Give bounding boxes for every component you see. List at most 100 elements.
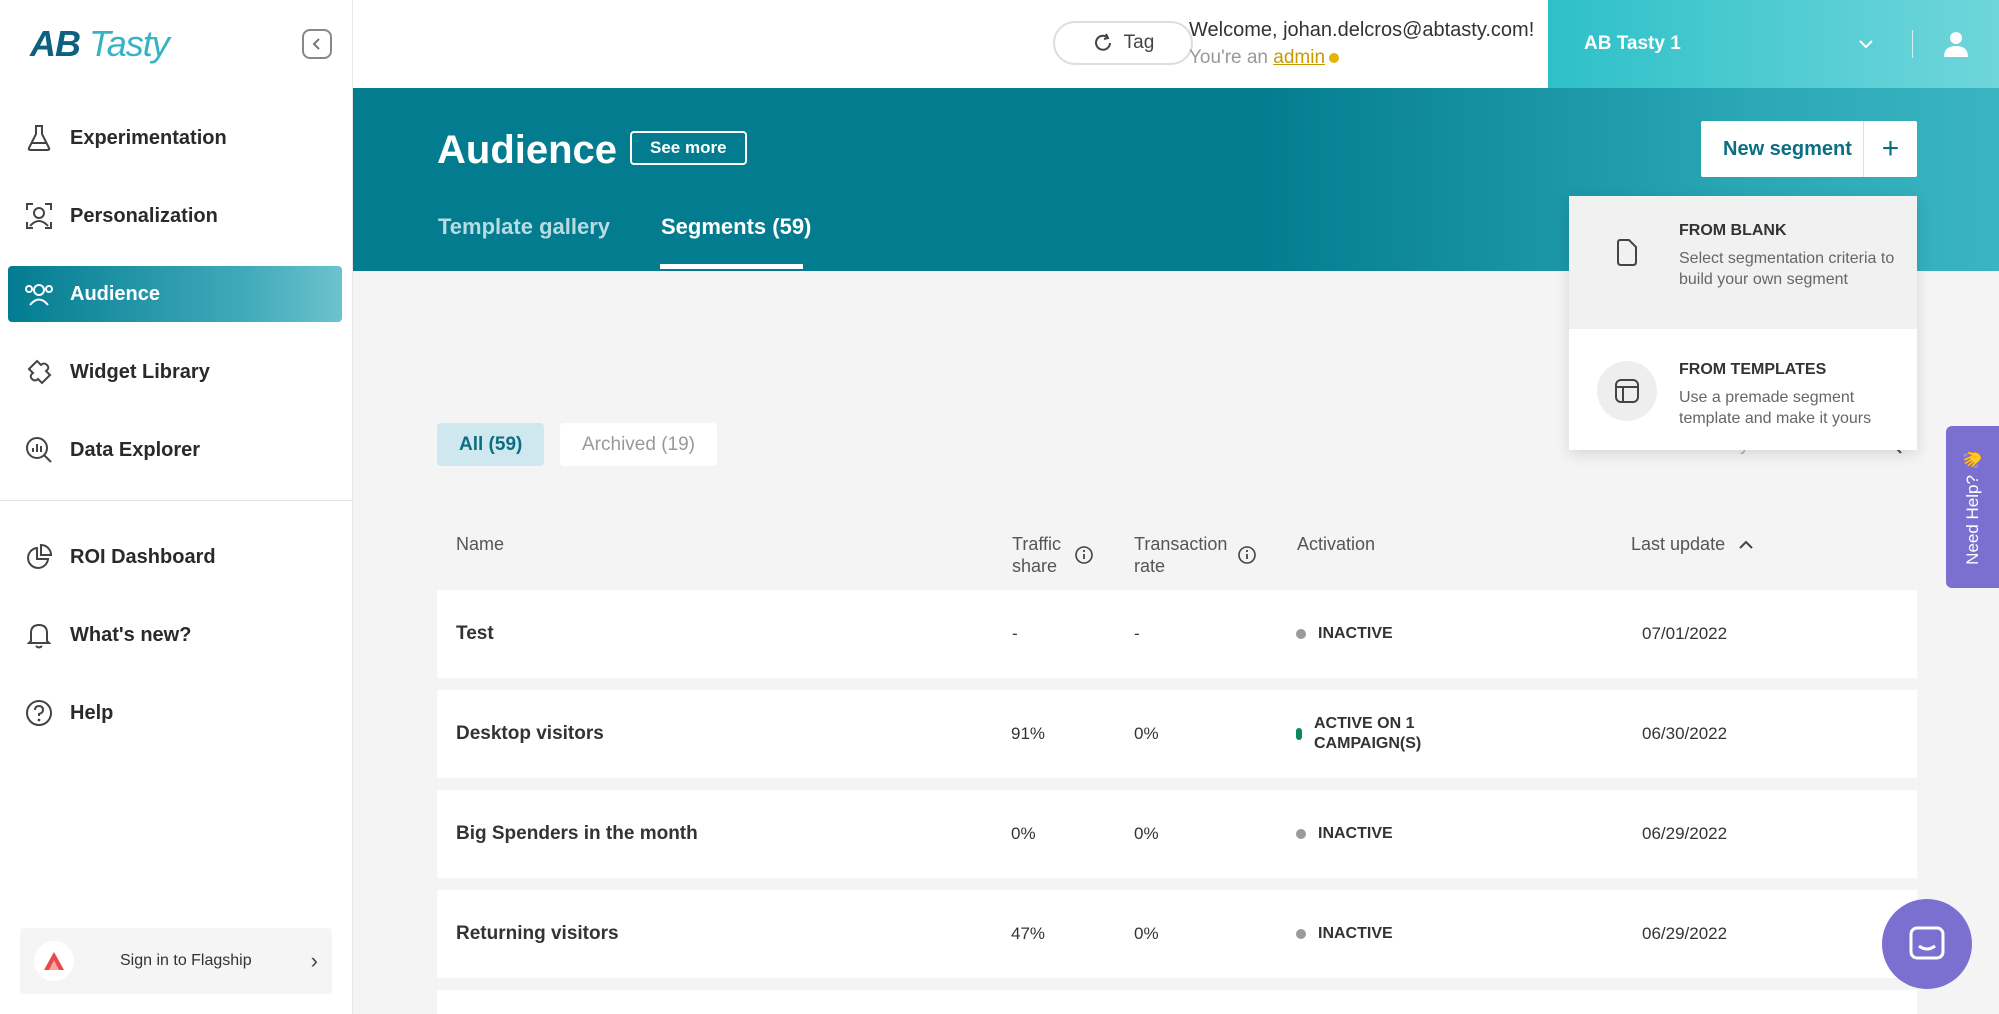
sidebar: AB Tasty Experimentation Personalization… [0,0,353,1014]
from-blank-desc: Select segmentation criteria to build yo… [1679,250,1895,288]
column-header-name[interactable]: Name [456,533,504,555]
info-icon[interactable] [1237,545,1257,565]
last-update: 07/01/2022 [1642,624,1728,643]
from-blank-title: FROM BLANK [1679,222,1787,239]
segment-name[interactable]: Test [456,590,494,678]
see-more-button[interactable]: See more [630,131,747,165]
need-help-tab[interactable]: Need Help? 👋 [1946,426,1999,588]
info-icon[interactable] [1074,545,1094,565]
from-blank-text: FROM BLANK Select segmentation criteria … [1679,222,1897,329]
table-row[interactable] [437,990,1917,1014]
chevron-left-icon [312,38,320,50]
sidebar-item-personalization[interactable]: Personalization [8,188,342,244]
table-row[interactable]: Desktop visitors 91% 0% ACTIVE ON 1 CAMPA… [437,690,1917,778]
status-dot [1296,929,1306,939]
sidebar-item-whats-new[interactable]: What's new? [8,607,342,663]
sidebar-item-label: Help [70,701,114,724]
from-templates-title: FROM TEMPLATES [1679,361,1827,378]
role-link[interactable]: admin [1273,47,1325,68]
refresh-icon [1094,33,1111,51]
status-dot [1296,829,1306,839]
sidebar-item-widget-library[interactable]: Widget Library [8,344,342,400]
last-update: 06/29/2022 [1642,924,1728,943]
flask-icon [22,121,56,155]
tab-template-gallery[interactable]: Template gallery [438,214,610,240]
sidebar-item-label: Personalization [70,204,218,227]
account-divider [1912,30,1913,58]
puzzle-icon [22,355,56,389]
flagship-logo-icon [34,941,74,981]
activation-status: INACTIVE [1296,590,1393,678]
nav-divider [0,500,352,501]
table-row[interactable]: Returning visitors 47% 0% INACTIVE 06/29… [437,890,1917,978]
trans-header-line1: Transaction [1134,534,1228,554]
welcome-text: Welcome, johan.delcros@abtasty.com! [1189,19,1535,41]
activation-label: INACTIVE [1318,625,1393,642]
menu-item-from-blank[interactable]: FROM BLANK Select segmentation criteria … [1569,196,1917,329]
status-dot [1296,728,1302,740]
column-header-traffic[interactable]: Traffic share [1012,533,1061,577]
new-segment-menu: FROM BLANK Select segmentation criteria … [1569,196,1917,450]
sidebar-item-label: What's new? [70,623,192,646]
status-dot [1296,629,1306,639]
menu-item-from-templates[interactable]: FROM TEMPLATES Use a premade segment tem… [1569,329,1917,450]
trans-header-line2: rate [1134,556,1166,576]
filter-all[interactable]: All (59) [437,423,545,466]
chart-search-icon [22,433,56,467]
logo-tasty: Tasty [89,23,170,64]
last-update: 06/30/2022 [1642,724,1728,743]
person-target-icon [22,199,56,233]
filter-archived[interactable]: Archived (19) [560,423,717,466]
sidebar-item-roi-dashboard[interactable]: ROI Dashboard [8,529,342,585]
sidebar-item-label: Audience [70,282,161,305]
sidebar-item-data-explorer[interactable]: Data Explorer [8,422,342,478]
chat-icon [1909,926,1945,960]
flagship-label: Sign in to Flagship [120,952,252,969]
activation-line2: CAMPAIGN(S) [1314,735,1422,752]
sidebar-item-label: Data Explorer [70,438,201,461]
column-header-last-update[interactable]: Last update [1631,533,1754,555]
activation-status: INACTIVE [1296,890,1393,978]
page-title: Audience [437,128,618,172]
active-tab-indicator [660,264,803,269]
new-segment-button[interactable]: New segment + [1701,121,1917,177]
role-status-dot [1329,52,1340,63]
transaction-rate: - [1134,624,1140,643]
last-update: 06/29/2022 [1642,824,1728,843]
user-avatar-icon[interactable] [1943,30,1969,58]
plus-icon: + [1863,121,1917,177]
chevron-down-icon [1859,40,1873,49]
traffic-header-line1: Traffic [1012,534,1062,554]
tab-segments[interactable]: Segments (59) [661,214,811,240]
help-icon [22,696,56,730]
sidebar-item-experimentation[interactable]: Experimentation [8,110,342,166]
main-nav: Experimentation Personalization Audience… [0,88,352,741]
activation-status: INACTIVE [1296,790,1393,878]
sign-in-flagship-button[interactable]: Sign in to Flagship › [20,928,332,994]
table-row[interactable]: Big Spenders in the month 0% 0% INACTIVE… [437,790,1917,878]
segment-name[interactable]: Big Spenders in the month [456,790,698,878]
activation-status: ACTIVE ON 1 CAMPAIGN(S) [1296,690,1421,778]
chat-launcher-button[interactable] [1882,899,1972,989]
account-selector[interactable]: AB Tasty 1 [1548,0,1999,88]
segment-name[interactable]: Desktop visitors [456,690,604,778]
tag-button[interactable]: Tag [1053,21,1193,65]
column-header-activation[interactable]: Activation [1297,533,1375,555]
new-segment-label: New segment [1723,137,1852,160]
collapse-sidebar-button[interactable] [302,29,332,59]
chevron-right-icon: › [310,948,318,973]
table-row[interactable]: Test - - INACTIVE 07/01/2022 [437,590,1917,678]
bell-icon [22,618,56,652]
transaction-rate: 0% [1134,924,1159,943]
column-header-transaction[interactable]: Transaction rate [1134,533,1227,577]
logo-row: AB Tasty [0,0,352,88]
from-templates-desc: Use a premade segment template and make … [1679,389,1872,427]
tag-label: Tag [1123,32,1155,53]
traffic-share: 0% [1011,824,1036,843]
blank-page-icon [1597,222,1657,282]
topbar: Tag Welcome, johan.delcros@abtasty.com! … [353,0,1999,88]
sidebar-item-audience[interactable]: Audience [8,266,342,322]
segment-name[interactable]: Returning visitors [456,890,619,978]
ab-tasty-logo[interactable]: AB Tasty [30,23,170,65]
sidebar-item-help[interactable]: Help [8,685,342,741]
